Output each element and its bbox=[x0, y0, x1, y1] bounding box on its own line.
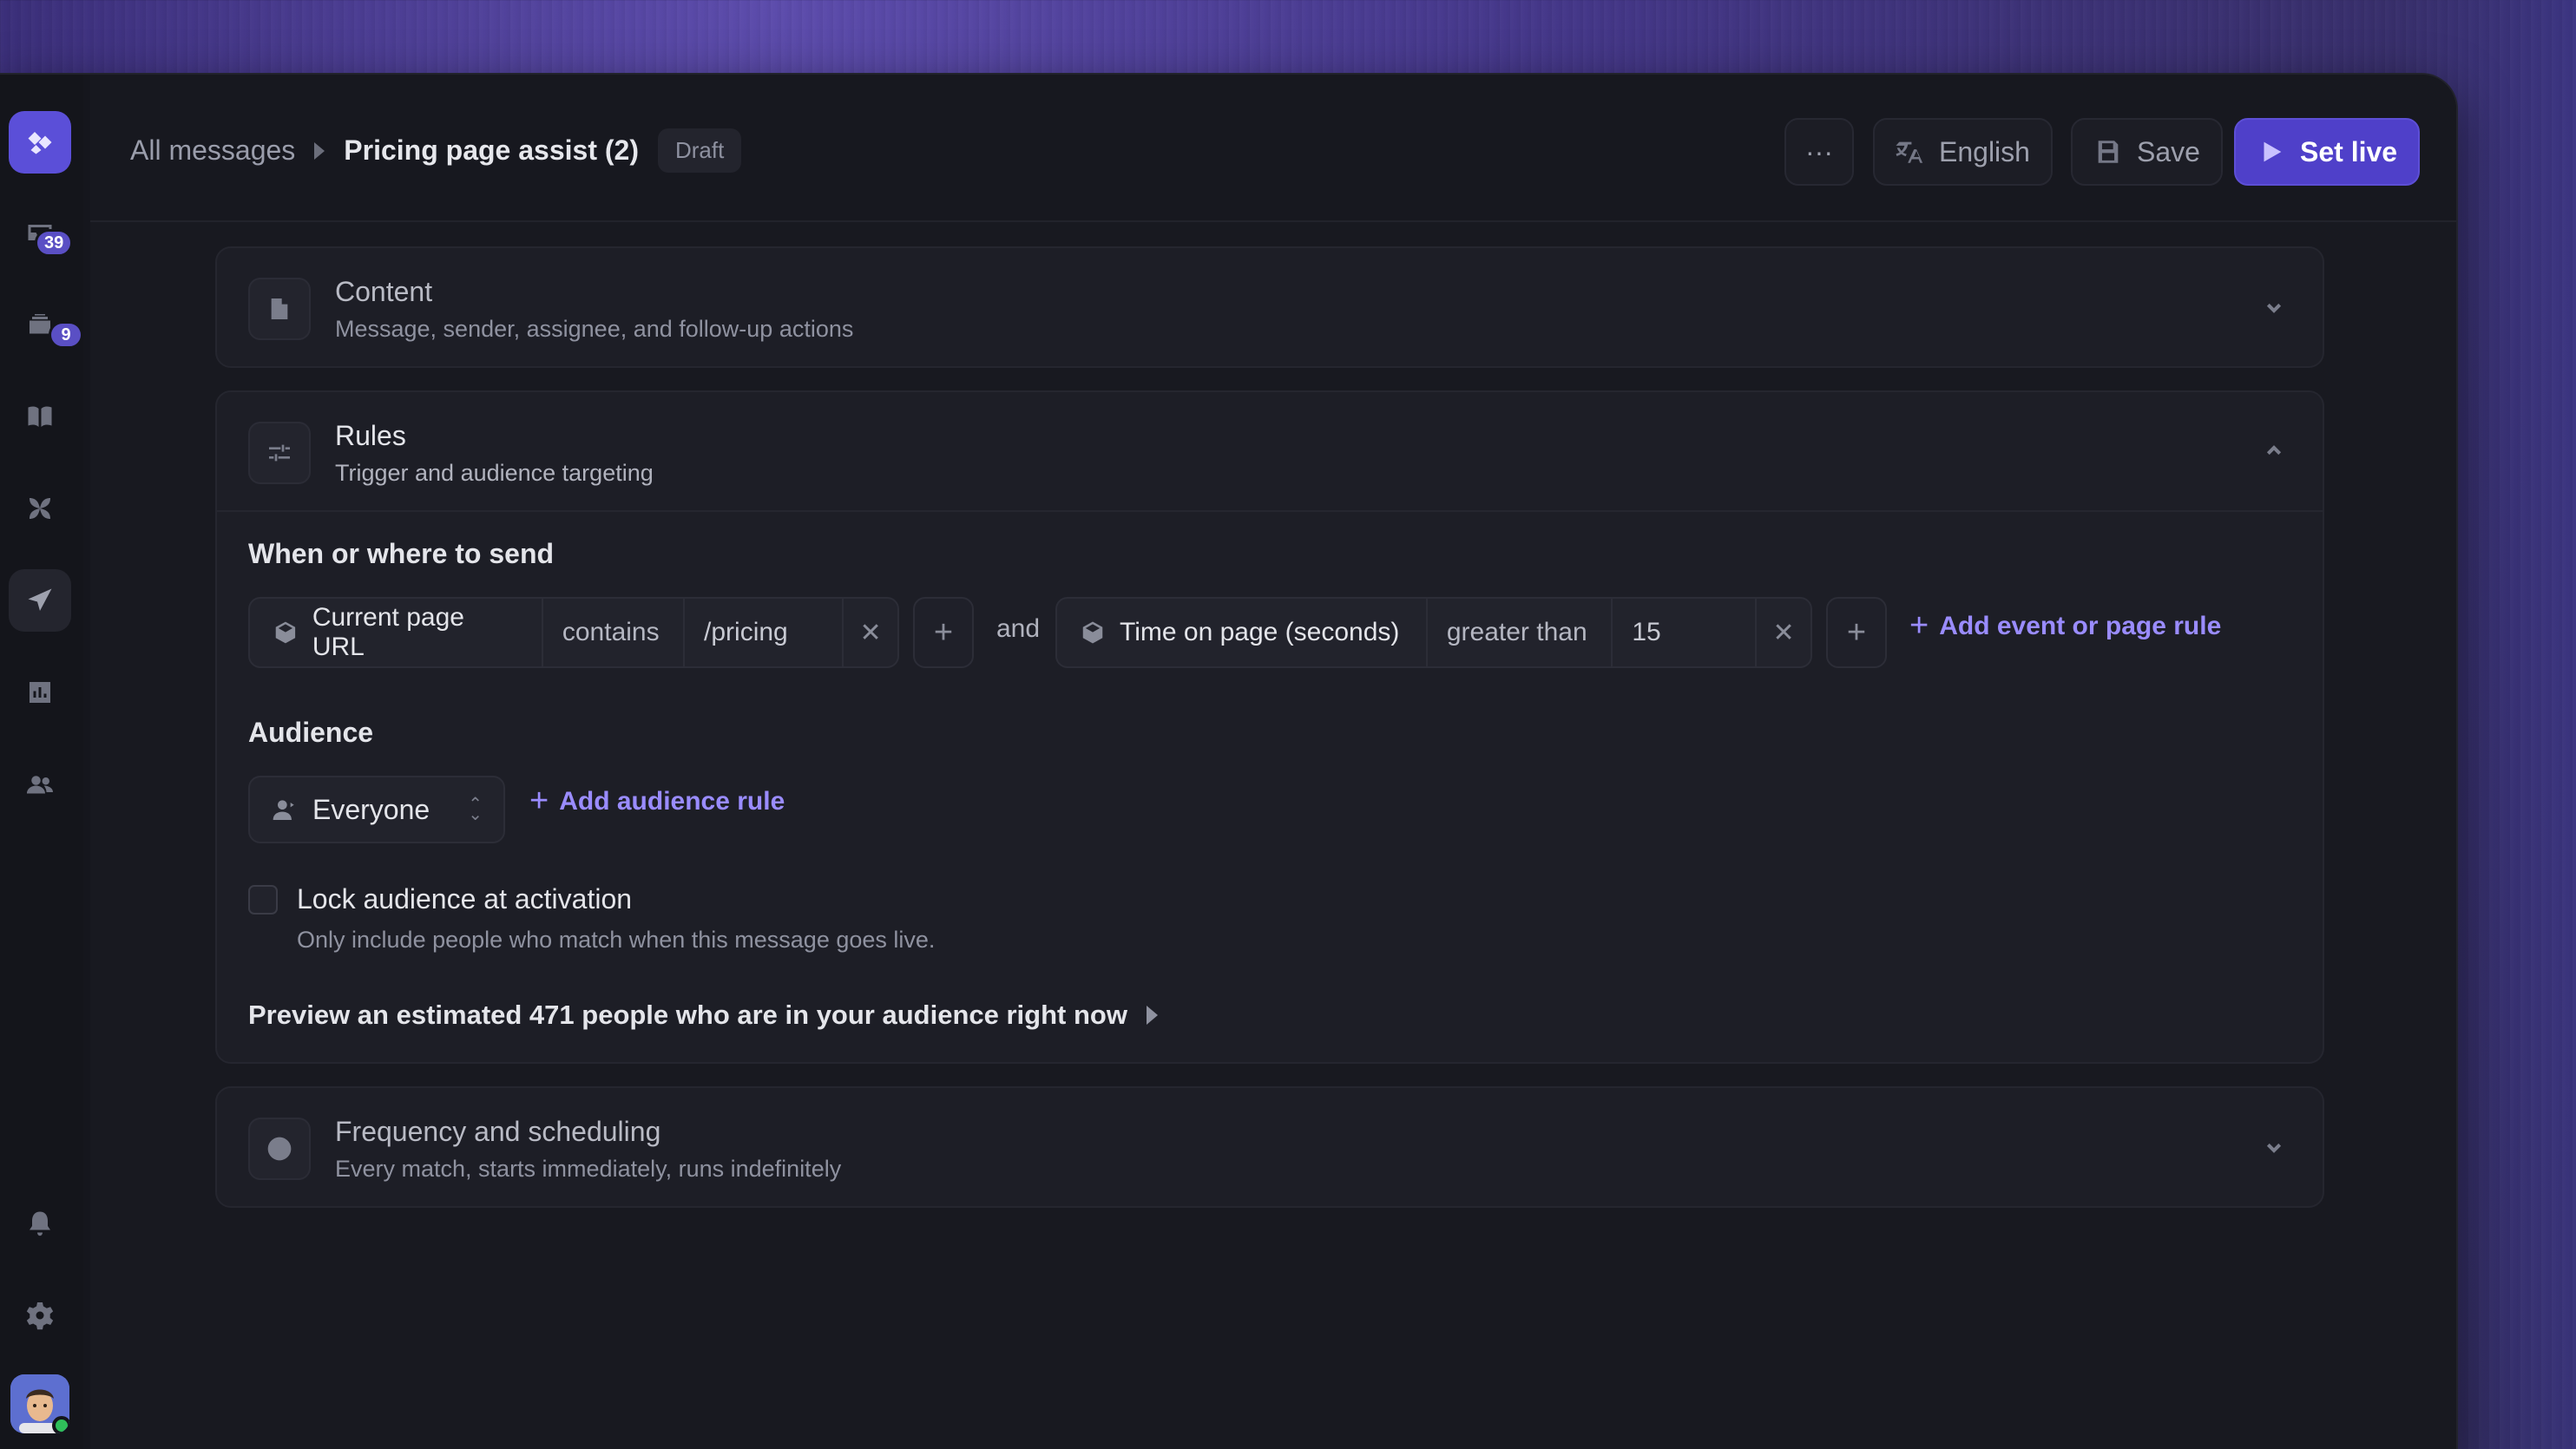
app-window: 39 9 All messages Pricing page assist (2… bbox=[0, 75, 2456, 1449]
breadcrumb: All messages Pricing page assist (2) Dra… bbox=[130, 128, 742, 173]
knowledge-book-icon[interactable] bbox=[9, 385, 71, 448]
more-options-label: ··· bbox=[1805, 135, 1833, 167]
audience-heading: Audience bbox=[248, 717, 374, 748]
lock-audience-label[interactable]: Lock audience at activation bbox=[297, 883, 632, 915]
when-to-send-heading: When or where to send bbox=[248, 538, 555, 569]
frequency-section-subtitle: Every match, starts immediately, runs in… bbox=[335, 1156, 842, 1182]
chevron-down-icon[interactable] bbox=[2260, 1133, 2288, 1161]
settings-gear-icon[interactable] bbox=[9, 1284, 71, 1347]
rules-section-title: Rules bbox=[335, 420, 406, 451]
main-content: All messages Pricing page assist (2) Dra… bbox=[90, 75, 2456, 1449]
top-bar: All messages Pricing page assist (2) Dra… bbox=[90, 75, 2456, 222]
save-label: Save bbox=[2137, 135, 2200, 167]
audience-preview-text: Preview an estimated 471 people who are … bbox=[248, 1000, 1127, 1030]
chevron-up-icon[interactable] bbox=[2260, 437, 2288, 465]
rule-operator[interactable]: greater than bbox=[1428, 599, 1613, 666]
app-logo-icon[interactable] bbox=[9, 111, 71, 174]
rule-condition[interactable]: Current page URL contains /pricing ✕ bbox=[248, 597, 899, 668]
caret-right-icon bbox=[1146, 1006, 1158, 1025]
inbox-count-badge: 39 bbox=[35, 229, 74, 257]
add-condition-plus-icon[interactable]: + bbox=[1826, 597, 1887, 668]
notifications-bell-icon[interactable] bbox=[9, 1192, 71, 1255]
audience-select[interactable]: Everyone ⌃ ⌄ bbox=[248, 776, 505, 843]
translate-icon bbox=[1896, 141, 1923, 163]
lock-audience-hint: Only include people who match when this … bbox=[297, 927, 936, 953]
language-label: English bbox=[1939, 135, 2030, 167]
remove-rule-close-icon[interactable]: ✕ bbox=[844, 599, 897, 666]
rule-operator[interactable]: contains bbox=[543, 599, 686, 666]
save-icon bbox=[2098, 141, 2119, 163]
document-edit-icon bbox=[248, 278, 311, 340]
frequency-section-header[interactable]: Frequency and scheduling Every match, st… bbox=[217, 1088, 2323, 1206]
rule-joiner: and bbox=[996, 614, 1041, 643]
rules-section: Rules Trigger and audience targeting Whe… bbox=[215, 390, 2324, 1064]
content-section-subtitle: Message, sender, assignee, and follow-up… bbox=[335, 316, 854, 342]
chevron-down-icon[interactable] bbox=[2260, 293, 2288, 321]
clock-icon bbox=[248, 1118, 311, 1180]
reports-icon[interactable] bbox=[9, 661, 71, 724]
more-options-button[interactable]: ··· bbox=[1784, 118, 1854, 186]
sidebar-rail: 39 9 bbox=[0, 75, 83, 1449]
lock-audience-checkbox[interactable] bbox=[248, 885, 278, 915]
plus-icon: + bbox=[529, 783, 549, 819]
rule-attribute[interactable]: Current page URL bbox=[250, 599, 543, 666]
frequency-section[interactable]: Frequency and scheduling Every match, st… bbox=[215, 1086, 2324, 1208]
contacts-icon[interactable] bbox=[9, 753, 71, 816]
add-audience-rule-label: Add audience rule bbox=[559, 786, 785, 816]
plus-icon: + bbox=[1909, 607, 1929, 644]
content-section[interactable]: Content Message, sender, assignee, and f… bbox=[215, 246, 2324, 368]
content-section-header[interactable]: Content Message, sender, assignee, and f… bbox=[217, 248, 2323, 366]
rules-section-body: When or where to send Current page URL c… bbox=[217, 510, 2323, 1062]
frequency-section-title: Frequency and scheduling bbox=[335, 1116, 661, 1147]
add-event-or-page-rule-link[interactable]: + Add event or page rule bbox=[1909, 607, 2221, 645]
remove-rule-close-icon[interactable]: ✕ bbox=[1757, 599, 1810, 666]
rule-value[interactable]: 15 bbox=[1613, 599, 1757, 666]
add-condition-plus-icon[interactable]: + bbox=[913, 597, 974, 668]
cube-icon bbox=[275, 621, 296, 644]
rule-condition[interactable]: Time on page (seconds) greater than 15 ✕ bbox=[1055, 597, 1812, 668]
set-live-button[interactable]: Set live bbox=[2234, 118, 2421, 186]
tickets-count-badge: 9 bbox=[49, 321, 83, 349]
audience-preview-toggle[interactable]: Preview an estimated 471 people who are … bbox=[248, 1000, 1158, 1031]
play-icon bbox=[2264, 141, 2282, 162]
audience-select-value: Everyone bbox=[312, 793, 430, 825]
rules-section-subtitle: Trigger and audience targeting bbox=[335, 460, 654, 486]
save-button[interactable]: Save bbox=[2071, 118, 2223, 186]
person-icon bbox=[273, 800, 294, 820]
rules-section-header[interactable]: Rules Trigger and audience targeting bbox=[217, 392, 2323, 510]
set-live-label: Set live bbox=[2300, 135, 2398, 167]
cube-icon bbox=[1082, 621, 1103, 644]
status-badge: Draft bbox=[657, 128, 742, 173]
rule-attribute[interactable]: Time on page (seconds) bbox=[1057, 599, 1428, 666]
language-button[interactable]: English bbox=[1873, 118, 2053, 186]
rule-value[interactable]: /pricing bbox=[685, 599, 844, 666]
updown-chevron-icon: ⌃ ⌄ bbox=[468, 795, 483, 824]
outbound-send-icon[interactable] bbox=[9, 569, 71, 632]
online-status-dot bbox=[52, 1416, 69, 1433]
sliders-icon bbox=[248, 422, 311, 484]
rule-attribute-label: Current page URL bbox=[312, 603, 464, 661]
page-title: Pricing page assist (2) bbox=[344, 134, 639, 166]
fin-ai-icon[interactable] bbox=[9, 477, 71, 540]
add-event-rule-label: Add event or page rule bbox=[1939, 611, 2222, 640]
user-avatar[interactable] bbox=[10, 1374, 69, 1433]
breadcrumb-separator-icon bbox=[314, 141, 325, 160]
breadcrumb-all-messages[interactable]: All messages bbox=[130, 134, 295, 167]
rule-attribute-label: Time on page (seconds) bbox=[1120, 618, 1400, 646]
content-section-title: Content bbox=[335, 276, 433, 307]
add-audience-rule-link[interactable]: + Add audience rule bbox=[529, 783, 785, 820]
